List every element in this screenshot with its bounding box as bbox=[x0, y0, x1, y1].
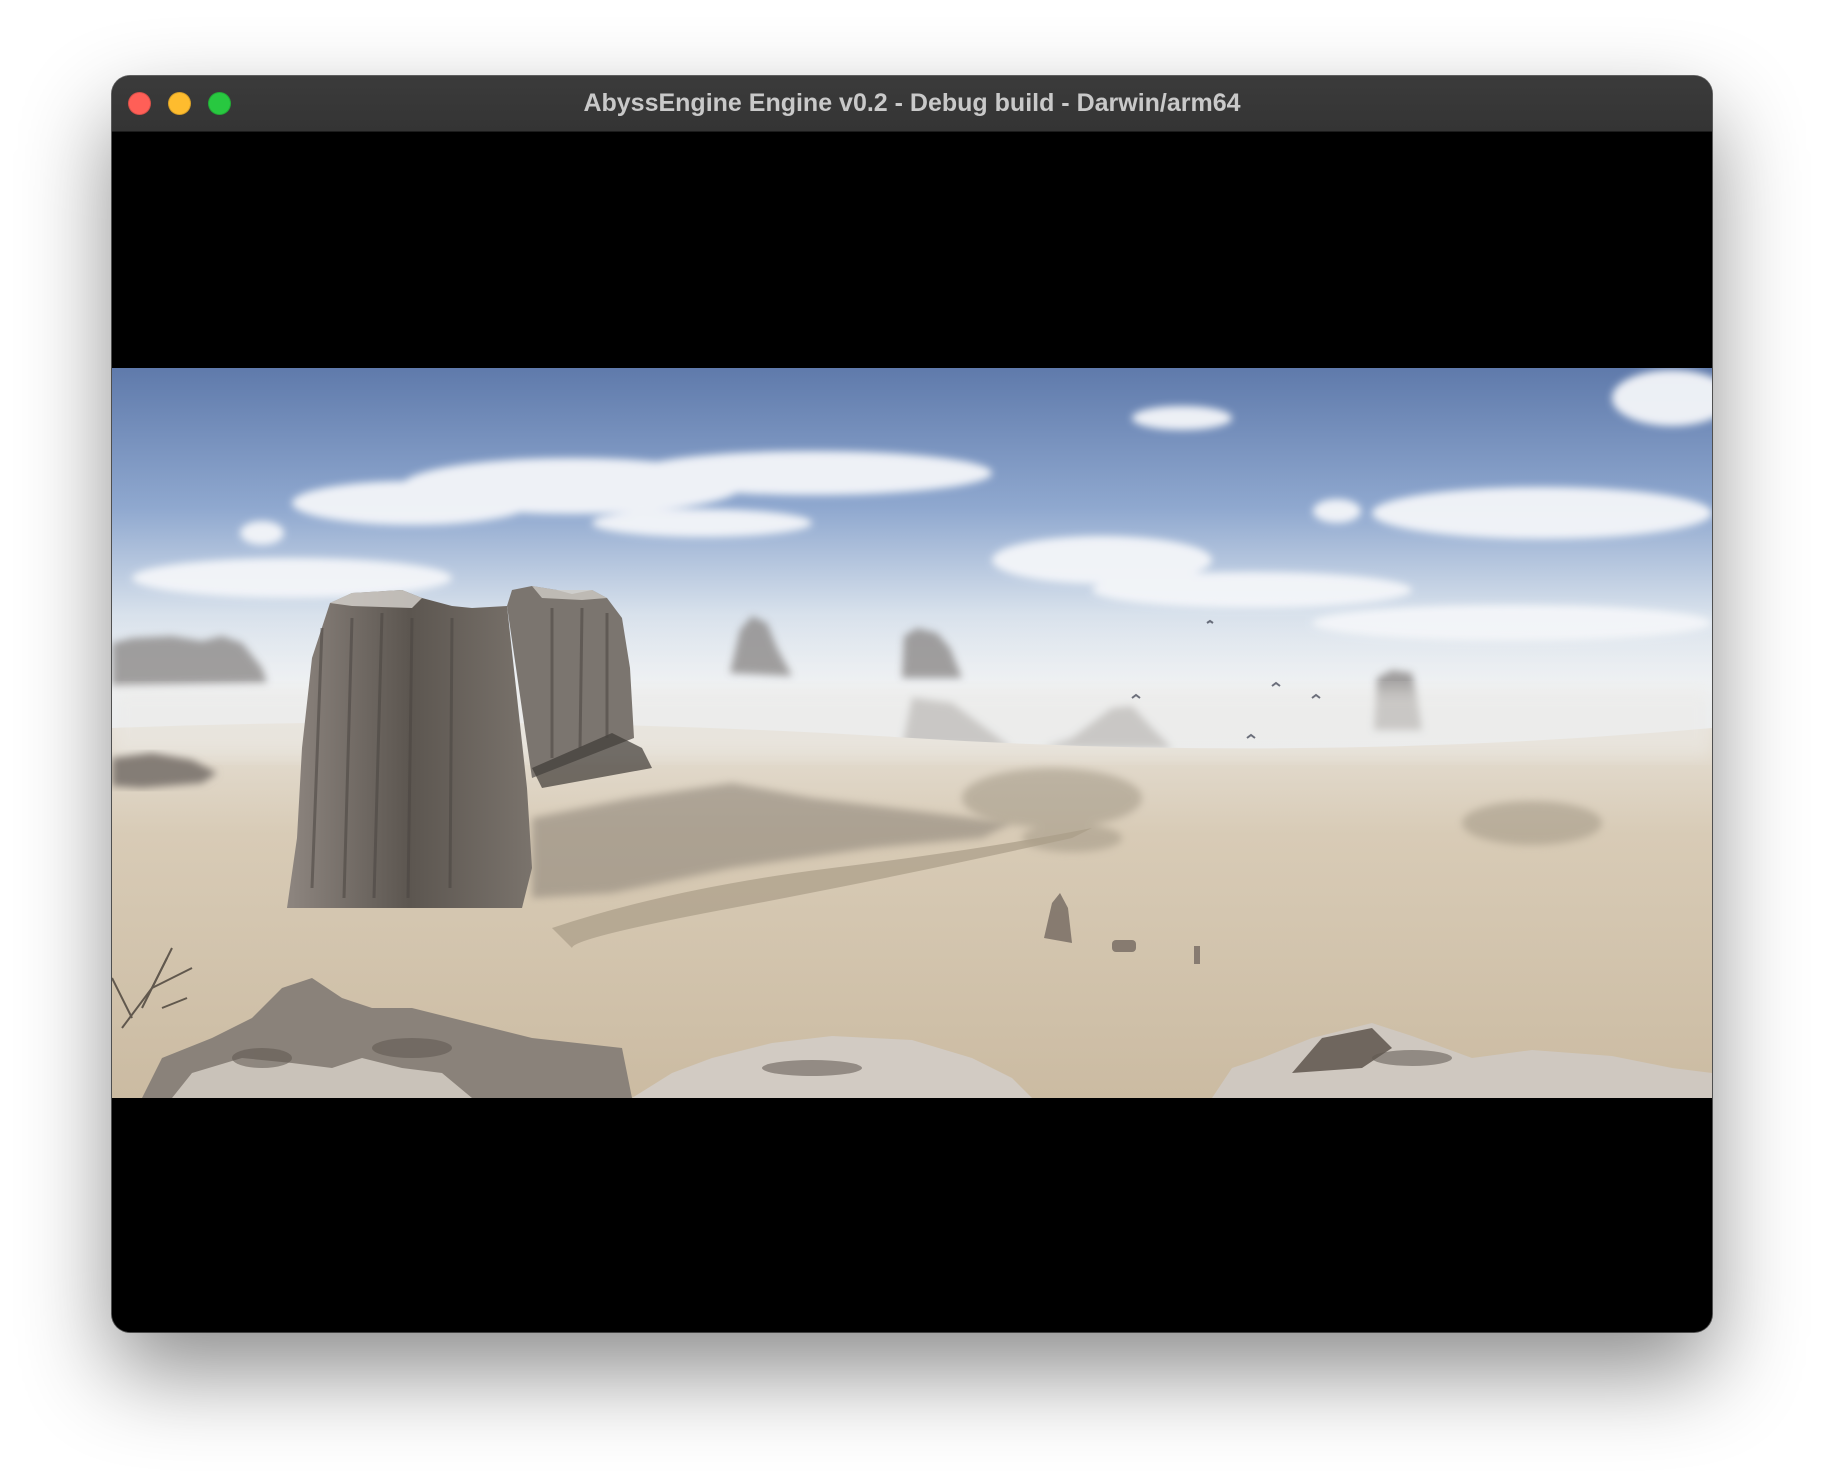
desert-landscape-image bbox=[112, 368, 1712, 1098]
title-bar[interactable]: AbyssEngine Engine v0.2 - Debug build - … bbox=[112, 76, 1712, 132]
game-viewport[interactable] bbox=[112, 132, 1712, 1332]
app-window: AbyssEngine Engine v0.2 - Debug build - … bbox=[112, 76, 1712, 1332]
cinematic-frame bbox=[112, 368, 1712, 1098]
window-title: AbyssEngine Engine v0.2 - Debug build - … bbox=[583, 89, 1241, 117]
